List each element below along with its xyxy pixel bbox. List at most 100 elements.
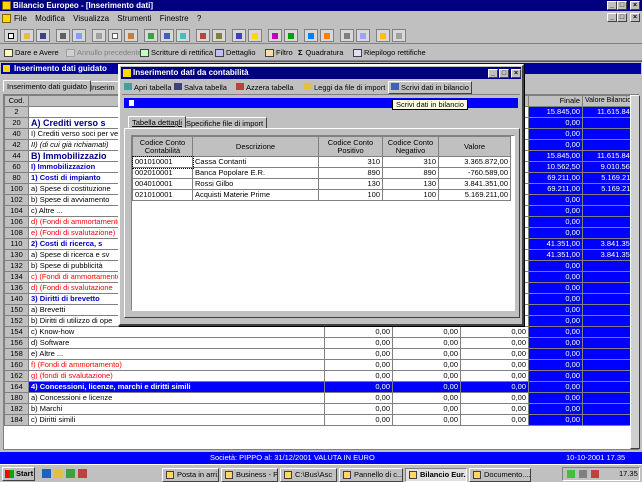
tab-tabella-dettagli[interactable]: Tabella dettagli <box>128 116 187 128</box>
cell-col-3[interactable]: 0,00 <box>460 348 529 360</box>
cell-conto-positivo[interactable]: 310 <box>318 156 383 168</box>
cell-descrizione[interactable]: 4) Concessioni, licenze, marchi e diritt… <box>28 381 325 393</box>
cell-finale[interactable]: 0,00 <box>528 293 583 305</box>
cell-col-3[interactable]: 0,00 <box>460 370 529 382</box>
table-row[interactable]: 154c) Know-how0,000,000,000,000 <box>4 326 637 338</box>
doc-restore-button[interactable]: □ <box>617 13 627 22</box>
cell-finale[interactable]: 0,00 <box>528 139 583 151</box>
menu-file[interactable]: File <box>14 14 27 23</box>
cell-finale[interactable]: 0,00 <box>528 359 583 371</box>
cell-cod[interactable]: 44 <box>4 150 29 162</box>
cell-finale[interactable]: 0,00 <box>528 414 583 426</box>
cell-valore-euro[interactable]: 0 <box>582 271 637 283</box>
scritture-button[interactable]: Scritture di rettifica <box>140 46 213 59</box>
azzera-tabella-button[interactable]: Azzera tabella <box>236 82 294 93</box>
table-row[interactable]: 162 g) (fondi di svalutazione) 0,00 0,00 0,0… <box>4 370 637 382</box>
cell-cod[interactable]: 132 <box>4 260 29 272</box>
cell-cod[interactable]: 182 <box>4 403 29 415</box>
cell-finale[interactable]: 69.211,00 <box>528 172 583 184</box>
cell-conto-positivo[interactable]: 100 <box>318 189 383 201</box>
cell-finale[interactable]: 15.845,00 <box>528 150 583 162</box>
cell-descrizione[interactable]: b) Marchi <box>28 403 325 415</box>
export-icon[interactable] <box>304 29 318 42</box>
menu-help[interactable]: ? <box>197 14 201 23</box>
cell-finale[interactable]: 0,00 <box>528 117 583 129</box>
cell-finale[interactable]: 0,00 <box>528 370 583 382</box>
cell-valore-euro[interactable]: 5.169.211 <box>582 172 637 184</box>
undo-icon[interactable] <box>144 29 158 42</box>
cell-cod[interactable]: 40 <box>4 128 29 140</box>
table-row[interactable]: 182b) Marchi0,000,000,000,000 <box>4 403 637 415</box>
dialog-close-button[interactable]: × <box>511 69 521 78</box>
cell-conto-negativo[interactable]: 890 <box>382 167 439 179</box>
cell-cod[interactable]: 150 <box>4 304 29 316</box>
cell-valore-euro[interactable]: 0 <box>582 381 637 393</box>
cell-valore-euro[interactable]: 0 <box>582 337 637 349</box>
table-row[interactable]: 156d) Software0,000,000,000,000 <box>4 337 637 349</box>
cell-descrizione[interactable]: Acquisti Materie Prime <box>192 189 319 201</box>
paste-icon[interactable] <box>124 29 138 42</box>
cell-codice-conto[interactable]: 004010001 <box>132 178 193 190</box>
cell-finale[interactable]: 0,00 <box>528 205 583 217</box>
dettaglio-button[interactable]: Dettaglio <box>215 46 256 59</box>
cell-finale[interactable]: 0,00 <box>528 216 583 228</box>
cell-valore-euro[interactable]: 0 <box>582 293 637 305</box>
save-icon[interactable] <box>36 29 50 42</box>
cell-cod[interactable]: 162 <box>4 370 29 382</box>
cell-valore-euro[interactable]: 0 <box>582 359 637 371</box>
cell-finale[interactable]: 0,00 <box>528 304 583 316</box>
cell-valore[interactable]: 3.365.872,00 <box>438 156 511 168</box>
doc-minimize-button[interactable]: _ <box>607 13 617 22</box>
cell-codice-conto[interactable]: 001010001 <box>131 155 194 169</box>
cell-col-1[interactable]: 0,00 <box>324 326 393 338</box>
cell-col-2[interactable]: 0,00 <box>392 403 461 415</box>
transfer-icon[interactable] <box>376 29 390 42</box>
table-row[interactable]: 004010001 Rossi Gilbo 130 130 3.841.351,00 <box>132 178 511 190</box>
cell-finale[interactable]: 0,00 <box>528 282 583 294</box>
cell-valore-euro[interactable]: 0 <box>582 260 637 272</box>
header-conto-negativo[interactable]: Codice Conto Negativo <box>382 136 439 157</box>
cell-valore-euro[interactable]: 0 <box>582 348 637 360</box>
cell-cod[interactable]: 108 <box>4 227 29 239</box>
cell-col-2[interactable]: 0,00 <box>392 381 461 393</box>
cell-conto-positivo[interactable]: 890 <box>318 167 383 179</box>
cell-descrizione[interactable]: d) Software <box>28 337 325 349</box>
salva-tabella-button[interactable]: Salva tabella <box>174 82 227 93</box>
cell-col-1[interactable]: 0,00 <box>324 381 393 393</box>
cell-col-2[interactable]: 0,00 <box>392 348 461 360</box>
details-grid[interactable]: Codice Conto Contabilità Descrizione Cod… <box>131 135 515 311</box>
cell-valore-euro[interactable]: 9.010.562 <box>582 161 637 173</box>
cell-descrizione[interactable]: c) Diritti simili <box>28 414 325 426</box>
cell-finale[interactable]: 0,00 <box>528 227 583 239</box>
cell-valore-euro[interactable]: 3.841.351 <box>582 249 637 261</box>
cell-valore-euro[interactable]: 0 <box>582 282 637 294</box>
cell-valore-euro[interactable]: 0 <box>582 414 637 426</box>
cell-col-2[interactable]: 0,00 <box>392 326 461 338</box>
cell-valore-euro[interactable]: 0 <box>582 403 637 415</box>
close-button[interactable]: × <box>630 1 640 10</box>
cell-valore[interactable]: -760.589,00 <box>438 167 511 179</box>
cell-cod[interactable]: 164 <box>4 381 29 393</box>
table-row[interactable]: 001010001 Cassa Contanti 310 310 3.365.872,0… <box>131 155 511 169</box>
grid-icon[interactable] <box>160 29 174 42</box>
dialog-maximize-button[interactable]: □ <box>499 69 509 78</box>
cell-finale[interactable]: 15.845,00 <box>528 106 583 118</box>
cell-valore-euro[interactable]: 3.841.351 <box>582 238 637 250</box>
print-icon[interactable] <box>56 29 70 42</box>
cell-valore-euro[interactable]: 0 <box>582 194 637 206</box>
cell-finale[interactable]: 10.562,50 <box>528 161 583 173</box>
cell-valore-euro[interactable]: 0 <box>582 370 637 382</box>
cell-cod[interactable]: 80 <box>4 172 29 184</box>
taskbar-item-bilancio[interactable]: Bilancio Eur... <box>405 468 467 482</box>
annullo-button[interactable]: Annullo precedente <box>66 46 142 59</box>
cell-cod[interactable]: 154 <box>4 326 29 338</box>
desktop-icon[interactable] <box>66 469 75 478</box>
cell-valore-euro[interactable]: 0 <box>582 117 637 129</box>
cell-codice-conto[interactable]: 021010001 <box>132 189 193 201</box>
start-button[interactable]: Start <box>2 467 35 481</box>
cell-finale[interactable]: 0,00 <box>528 326 583 338</box>
cell-finale[interactable]: 41.351,00 <box>528 249 583 261</box>
cell-cod[interactable]: 110 <box>4 238 29 250</box>
cell-cod[interactable]: 156 <box>4 337 29 349</box>
cell-descrizione[interactable]: Banca Popolare E.R. <box>192 167 319 179</box>
